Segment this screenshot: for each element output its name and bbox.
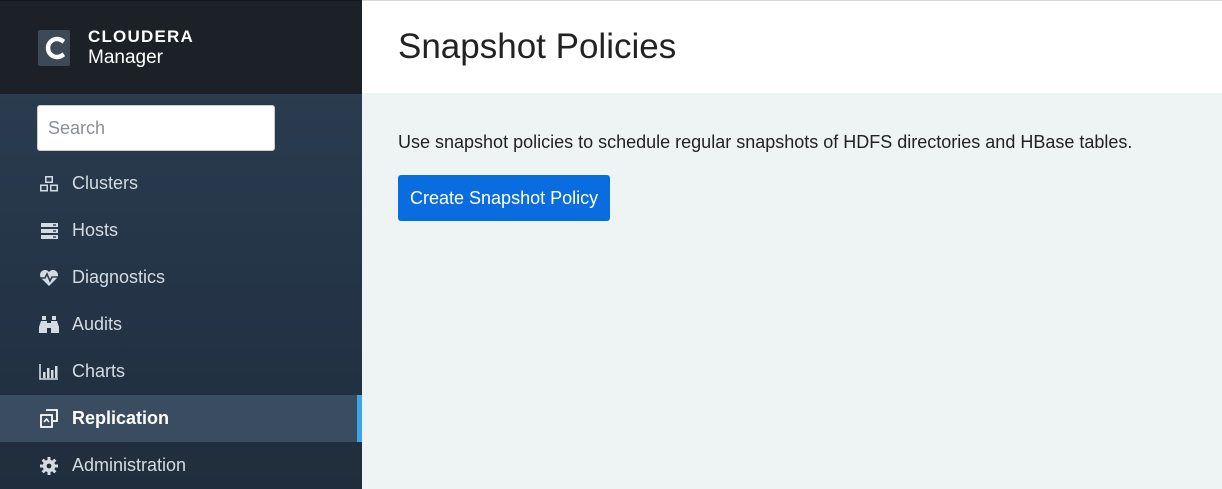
sidebar-item-audits[interactable]: Audits <box>0 301 362 348</box>
brand-product: Manager <box>88 47 163 68</box>
cloudera-logo-icon <box>38 29 70 66</box>
sidebar-item-replication[interactable]: Replication <box>0 395 362 442</box>
brand-name: CLOUDERA <box>88 27 194 46</box>
sidebar-item-label: Audits <box>72 314 123 334</box>
gear-icon <box>38 456 60 476</box>
sidebar-item-label: Charts <box>72 361 126 381</box>
page-header: Snapshot Policies <box>362 0 1222 93</box>
sidebar-nav: Clusters Hosts Diagnostics Audits Charts… <box>0 160 362 489</box>
create-snapshot-policy-button[interactable]: Create Snapshot Policy <box>398 175 611 221</box>
sidebar-item-label: Administration <box>72 455 187 475</box>
cubes-icon <box>38 174 60 194</box>
sidebar-item-administration[interactable]: Administration <box>0 442 362 489</box>
search-input[interactable] <box>37 105 275 151</box>
page-description: Use snapshot policies to schedule regula… <box>398 132 1133 152</box>
sidebar-item-charts[interactable]: Charts <box>0 348 362 395</box>
binoculars-icon <box>38 315 60 335</box>
sidebar-item-diagnostics[interactable]: Diagnostics <box>0 254 362 301</box>
sidebar-item-label: Clusters <box>72 173 139 193</box>
bar-chart-icon <box>38 362 60 382</box>
sidebar-item-label: Hosts <box>72 220 119 240</box>
page-content: Use snapshot policies to schedule regula… <box>362 93 1222 489</box>
sidebar-item-label: Diagnostics <box>72 267 166 287</box>
server-icon <box>38 221 60 241</box>
brand-header[interactable]: CLOUDERA Manager <box>0 1 362 94</box>
sidebar-item-clusters[interactable]: Clusters <box>0 160 362 207</box>
sidebar: CLOUDERA Manager Clusters <box>0 0 362 489</box>
sidebar-item-label: Replication <box>72 408 170 428</box>
heartbeat-icon <box>38 268 60 288</box>
page-title: Snapshot Policies <box>398 27 677 66</box>
replication-icon <box>38 409 60 429</box>
search-container <box>0 94 362 160</box>
main-area: Snapshot Policies Use snapshot policies … <box>362 0 1222 489</box>
sidebar-item-hosts[interactable]: Hosts <box>0 207 362 254</box>
